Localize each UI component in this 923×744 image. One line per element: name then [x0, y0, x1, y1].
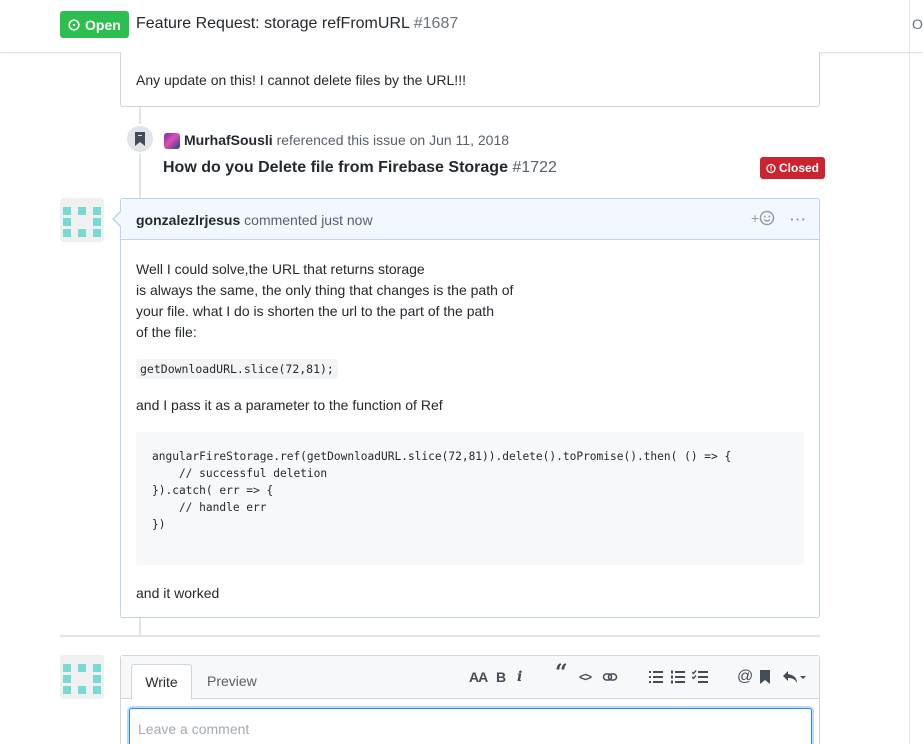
inline-code: getDownloadURL.slice(72,81);	[136, 359, 338, 379]
reference-event-line: MurhafSousli referenced this issue on Ju…	[184, 132, 509, 148]
referenced-issue-number[interactable]: #1722	[512, 159, 557, 176]
comment-author-link[interactable]: gonzalezlrjesus	[136, 212, 240, 228]
code-block: angularFireStorage.ref(getDownloadURL.sl…	[136, 432, 804, 565]
ordered-list-button[interactable]	[671, 668, 685, 686]
mention-button[interactable]: @	[737, 668, 753, 686]
comment-pointer-inner	[114, 212, 121, 226]
list-ordered-icon	[671, 670, 685, 684]
reference-event-badge	[125, 124, 155, 154]
right-edge-border	[909, 0, 910, 744]
saved-reply-bookmark-button[interactable]	[760, 668, 770, 686]
comment-line: Well I could solve,the URL that returns …	[136, 261, 425, 277]
add-reaction-button[interactable]: +	[751, 210, 775, 226]
referenced-issue-state-badge: Closed	[760, 157, 826, 179]
issue-opened-icon	[68, 18, 80, 31]
previous-comment: Any update on this! I cannot delete file…	[120, 52, 820, 107]
issue-closed-icon	[766, 163, 776, 173]
cutoff-label: O	[912, 16, 923, 32]
comment-header: gonzalezlrjesus commented just now + ···	[121, 199, 819, 240]
list-unordered-icon	[649, 671, 663, 683]
comment-textarea[interactable]	[129, 708, 812, 744]
code-block-content: angularFireStorage.ref(getDownloadURL.sl…	[152, 450, 732, 531]
comment-line: of the file:	[136, 324, 197, 340]
saved-replies-button[interactable]	[782, 668, 806, 686]
issue-state-label: Open	[85, 16, 121, 33]
issue-number: #1687	[413, 15, 459, 32]
link-button[interactable]	[602, 668, 618, 686]
link-icon	[602, 673, 618, 681]
issue-title-text: Feature Request: storage refFromURL	[136, 15, 410, 32]
smiley-icon	[759, 210, 775, 226]
avatar[interactable]	[60, 198, 104, 242]
comment-timestamp[interactable]: commented just now	[244, 212, 372, 228]
bookmark-icon	[135, 132, 145, 146]
timeline-divider	[60, 635, 820, 637]
comment-line: your file. what I do is shorten the url …	[136, 303, 494, 319]
comment-paragraph: and it worked	[136, 585, 220, 601]
comment-options-button[interactable]: ···	[790, 211, 807, 227]
avatar[interactable]	[60, 655, 104, 699]
comment-form-toolbar: Write Preview AA B i “ <> @	[121, 656, 819, 700]
code-button[interactable]: <>	[579, 668, 592, 686]
issue-title: Feature Request: storage refFromURL #168…	[136, 15, 458, 33]
unordered-list-button[interactable]	[649, 668, 663, 686]
timeline-line	[139, 618, 141, 635]
tasklist-icon	[692, 670, 708, 683]
reference-user-link[interactable]: MurhafSousli	[184, 132, 273, 148]
issue-state-badge: Open	[60, 11, 129, 38]
bold-button[interactable]: B	[496, 668, 506, 686]
comment-paragraph: and I pass it as a parameter to the func…	[136, 397, 443, 413]
comment-meta: gonzalezlrjesus commented just now	[136, 212, 373, 228]
reference-action: referenced this issue on Jun 11, 2018	[276, 132, 510, 148]
task-list-button[interactable]	[692, 668, 708, 686]
tab-preview[interactable]: Preview	[207, 673, 257, 689]
comment: gonzalezlrjesus commented just now + ···…	[120, 198, 820, 618]
referenced-issue-state: Closed	[779, 161, 820, 175]
referenced-issue-title[interactable]: How do you Delete file from Firebase Sto…	[163, 159, 508, 176]
new-comment-form: Write Preview AA B i “ <> @	[120, 655, 820, 744]
plus-label: +	[751, 210, 760, 226]
comment-line: is always the same, the only thing that …	[136, 282, 514, 298]
comment-body: Well I could solve,the URL that returns …	[136, 259, 804, 343]
reply-icon	[783, 671, 806, 683]
referenced-issue-link[interactable]: How do you Delete file from Firebase Sto…	[163, 159, 557, 177]
avatar[interactable]	[164, 133, 180, 149]
previous-comment-text: Any update on this! I cannot delete file…	[136, 72, 466, 88]
quote-button[interactable]: “	[555, 660, 568, 686]
heading-button[interactable]: AA	[469, 668, 488, 686]
italic-button[interactable]: i	[517, 668, 522, 686]
bookmark-icon	[760, 670, 770, 684]
tab-write[interactable]: Write	[131, 664, 192, 700]
